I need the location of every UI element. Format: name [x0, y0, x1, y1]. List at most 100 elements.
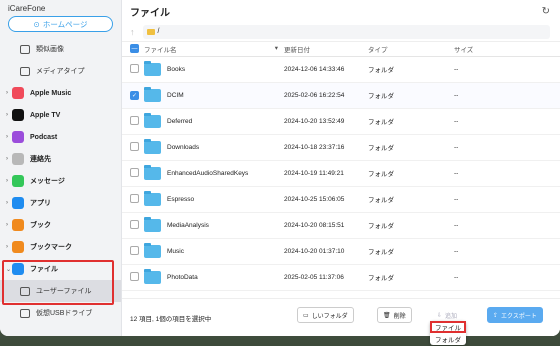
folder-icon: [144, 190, 161, 206]
file-table: — ファイル名 ▾ 更新日付 タイプ サイズ Books 2024-12-06 1…: [122, 42, 560, 291]
table-row[interactable]: Music 2024-10-20 01:37:10 フォルダ --: [122, 238, 560, 265]
sidebar-item-label: メディアタイプ: [36, 68, 85, 75]
sidebar-item[interactable]: › 連絡先: [0, 148, 121, 170]
table-row[interactable]: MediaAnalysis 2024-10-20 08:15:51 フォルダ --: [122, 212, 560, 239]
date-cell: 2025-02-06 16:22:54: [284, 82, 368, 109]
sidebar-item[interactable]: › メッセージ: [0, 170, 121, 192]
new-folder-button[interactable]: ▭ しいフォルダ: [297, 307, 354, 323]
row-checkbox-cell[interactable]: [122, 134, 144, 161]
date-cell: 2024-10-20 01:37:10: [284, 238, 368, 265]
row-checkbox-cell[interactable]: [122, 212, 144, 239]
select-all-checkbox[interactable]: —: [130, 44, 139, 54]
header-date[interactable]: 更新日付: [284, 42, 368, 57]
name-cell: PhotoData: [144, 264, 284, 291]
name-cell: Books: [144, 56, 284, 83]
header-size[interactable]: サイズ: [454, 42, 560, 57]
row-checkbox-cell[interactable]: [122, 186, 144, 213]
sidebar-item[interactable]: ユーザーファイル: [0, 280, 121, 302]
size-cell: --: [454, 134, 560, 161]
row-checkbox-cell[interactable]: [122, 264, 144, 291]
row-checkbox[interactable]: ✓: [130, 90, 139, 100]
row-checkbox-cell[interactable]: [122, 56, 144, 83]
sidebar-item[interactable]: › Apple TV: [0, 104, 121, 126]
size-cell: --: [454, 186, 560, 213]
row-checkbox-cell[interactable]: ✓: [122, 82, 144, 109]
sidebar-item[interactable]: ⌄ ファイル: [0, 258, 121, 280]
sidebar-item-label: ファイル: [30, 266, 58, 273]
date-cell: 2024-10-19 11:49:21: [284, 160, 368, 187]
up-arrow-icon[interactable]: ↑: [130, 27, 135, 37]
sidebar-item[interactable]: › ブック: [0, 214, 121, 236]
size-cell: --: [454, 56, 560, 83]
table-row[interactable]: EnhancedAudioSharedKeys 2024-10-19 11:49:…: [122, 160, 560, 187]
row-checkbox[interactable]: [130, 193, 139, 203]
trash-icon: 🗑: [383, 312, 391, 319]
image-icon: [20, 44, 30, 54]
header-name[interactable]: ファイル名 ▾: [144, 42, 284, 57]
file-name: Espresso: [167, 195, 195, 203]
sidebar-item[interactable]: › Apple Music: [0, 82, 121, 104]
name-cell: EnhancedAudioSharedKeys: [144, 160, 284, 187]
table-row[interactable]: ✓ DCIM 2025-02-06 16:22:54 フォルダ --: [122, 82, 560, 109]
dropdown-item-file[interactable]: ファイル: [430, 321, 466, 333]
row-checkbox-cell[interactable]: [122, 108, 144, 135]
sidebar-item[interactable]: › ブックマーク: [0, 236, 121, 258]
table-row[interactable]: Downloads 2024-10-18 23:37:16 フォルダ --: [122, 134, 560, 161]
status-text: 12 項目, 1個の項目を選択中: [130, 315, 212, 323]
sidebar-item[interactable]: 類似画像: [0, 38, 121, 60]
sidebar-item-label: 連絡先: [30, 156, 51, 163]
type-cell: フォルダ: [368, 82, 454, 109]
home-button[interactable]: ⊙ ホームページ: [8, 16, 113, 32]
file-name: Downloads: [167, 143, 200, 151]
sidebar-item[interactable]: メディアタイプ: [0, 60, 121, 82]
row-checkbox[interactable]: [130, 141, 139, 151]
file-name: MediaAnalysis: [167, 221, 209, 229]
sidebar-item-label: ユーザーファイル: [36, 288, 92, 295]
size-cell: --: [454, 264, 560, 291]
home-button-label: ホームページ: [42, 19, 88, 29]
table-row[interactable]: Deferred 2024-10-20 13:52:49 フォルダ --: [122, 108, 560, 135]
row-checkbox[interactable]: [130, 63, 139, 73]
type-cell: フォルダ: [368, 186, 454, 213]
row-checkbox-cell[interactable]: [122, 238, 144, 265]
sort-icon[interactable]: ▾: [275, 44, 278, 52]
refresh-icon[interactable]: ↻: [542, 6, 550, 17]
row-checkbox[interactable]: [130, 115, 139, 125]
folder-icon: [144, 216, 161, 232]
name-cell: Music: [144, 238, 284, 265]
row-checkbox[interactable]: [130, 167, 139, 177]
sidebar-item[interactable]: › アプリ: [0, 192, 121, 214]
path-field[interactable]: /: [142, 24, 550, 39]
sidebar-item-label: アプリ: [30, 200, 51, 207]
tv-icon: [12, 109, 24, 121]
file-name: DCIM: [167, 91, 184, 99]
export-icon: ⇪: [493, 312, 499, 319]
sidebar-item-label: メッセージ: [30, 178, 65, 185]
row-checkbox[interactable]: [130, 271, 139, 281]
name-cell: DCIM: [144, 82, 284, 109]
export-label: エクスポート: [501, 313, 537, 320]
sidebar-nav: 類似画像メディアタイプ › Apple Music › Apple TV › Podcast…: [0, 38, 121, 324]
row-checkbox[interactable]: [130, 245, 139, 255]
header-type[interactable]: タイプ: [368, 42, 454, 57]
size-cell: --: [454, 212, 560, 239]
sidebar-item[interactable]: › Podcast: [0, 126, 121, 148]
folder-icon: [144, 164, 161, 180]
select-all-cell[interactable]: —: [122, 42, 144, 57]
type-cell: フォルダ: [368, 108, 454, 135]
usb-icon: [20, 308, 30, 318]
row-checkbox[interactable]: [130, 219, 139, 229]
dropdown-item-folder[interactable]: フォルダ: [430, 333, 466, 345]
table-row[interactable]: PhotoData 2025-02-05 11:37:06 フォルダ --: [122, 264, 560, 291]
file-name: Deferred: [167, 117, 193, 125]
sidebar-item[interactable]: 仮想USBドライブ: [0, 302, 121, 324]
file-name: EnhancedAudioSharedKeys: [167, 169, 249, 177]
table-row[interactable]: Espresso 2024-10-25 15:06:05 フォルダ --: [122, 186, 560, 213]
date-cell: 2024-10-18 23:37:16: [284, 134, 368, 161]
row-checkbox-cell[interactable]: [122, 160, 144, 187]
type-cell: フォルダ: [368, 56, 454, 83]
table-row[interactable]: Books 2024-12-06 14:33:46 フォルダ --: [122, 56, 560, 83]
delete-button[interactable]: 🗑 削除: [377, 307, 412, 323]
date-cell: 2024-10-20 13:52:49: [284, 108, 368, 135]
export-button[interactable]: ⇪ エクスポート: [487, 307, 543, 323]
